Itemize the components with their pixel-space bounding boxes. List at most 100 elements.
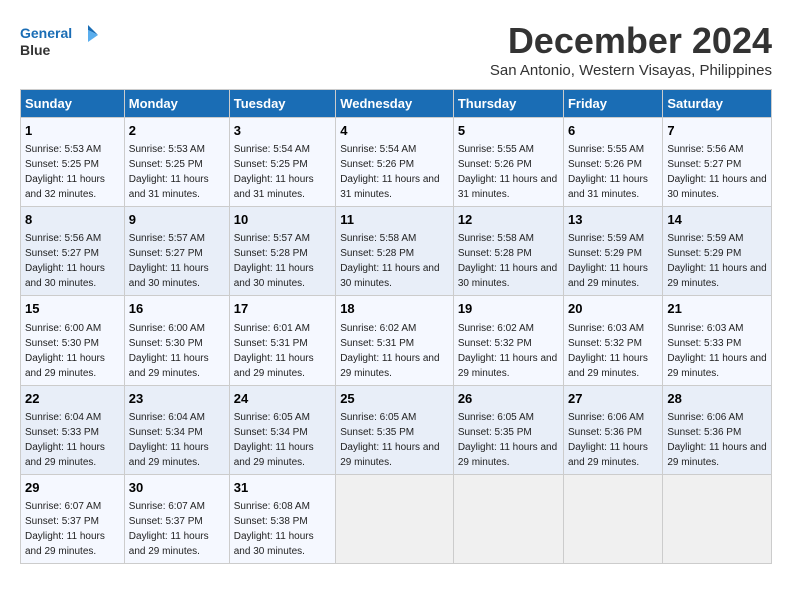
daylight-info: Daylight: 11 hours and 31 minutes. bbox=[568, 174, 648, 200]
daylight-info: Daylight: 11 hours and 31 minutes. bbox=[129, 174, 209, 200]
sunset-info: Sunset: 5:26 PM bbox=[340, 159, 414, 170]
calendar-cell: 19 Sunrise: 6:02 AM Sunset: 5:32 PM Dayl… bbox=[453, 296, 563, 385]
day-number: 28 bbox=[667, 390, 767, 408]
daylight-info: Daylight: 11 hours and 29 minutes. bbox=[25, 442, 105, 468]
calendar-cell: 23 Sunrise: 6:04 AM Sunset: 5:34 PM Dayl… bbox=[124, 385, 229, 474]
day-number: 24 bbox=[234, 390, 331, 408]
sunset-info: Sunset: 5:36 PM bbox=[667, 427, 741, 438]
sunrise-info: Sunrise: 5:56 AM bbox=[25, 233, 101, 244]
week-row-2: 8 Sunrise: 5:56 AM Sunset: 5:27 PM Dayli… bbox=[21, 207, 772, 296]
sunrise-info: Sunrise: 6:05 AM bbox=[458, 412, 534, 423]
calendar-cell: 15 Sunrise: 6:00 AM Sunset: 5:30 PM Dayl… bbox=[21, 296, 125, 385]
day-number: 3 bbox=[234, 122, 331, 140]
day-number: 4 bbox=[340, 122, 449, 140]
sunrise-info: Sunrise: 5:59 AM bbox=[568, 233, 644, 244]
calendar-cell: 10 Sunrise: 5:57 AM Sunset: 5:28 PM Dayl… bbox=[229, 207, 335, 296]
sunrise-info: Sunrise: 5:58 AM bbox=[458, 233, 534, 244]
day-number: 22 bbox=[25, 390, 120, 408]
daylight-info: Daylight: 11 hours and 29 minutes. bbox=[25, 531, 105, 557]
sunrise-info: Sunrise: 6:06 AM bbox=[667, 412, 743, 423]
sunrise-info: Sunrise: 6:03 AM bbox=[667, 323, 743, 334]
calendar-cell bbox=[336, 474, 454, 563]
sunset-info: Sunset: 5:35 PM bbox=[458, 427, 532, 438]
sunrise-info: Sunrise: 5:56 AM bbox=[667, 144, 743, 155]
calendar-cell: 5 Sunrise: 5:55 AM Sunset: 5:26 PM Dayli… bbox=[453, 118, 563, 207]
sunrise-info: Sunrise: 5:53 AM bbox=[25, 144, 101, 155]
sunrise-info: Sunrise: 6:02 AM bbox=[458, 323, 534, 334]
day-number: 18 bbox=[340, 300, 449, 318]
calendar-cell bbox=[563, 474, 662, 563]
day-number: 12 bbox=[458, 211, 559, 229]
sunrise-info: Sunrise: 6:06 AM bbox=[568, 412, 644, 423]
title-area: December 2024 San Antonio, Western Visay… bbox=[490, 20, 772, 79]
sunset-info: Sunset: 5:25 PM bbox=[129, 159, 203, 170]
daylight-info: Daylight: 11 hours and 30 minutes. bbox=[234, 531, 314, 557]
sunrise-info: Sunrise: 5:53 AM bbox=[129, 144, 205, 155]
sunset-info: Sunset: 5:36 PM bbox=[568, 427, 642, 438]
logo-svg: General Blue bbox=[20, 20, 100, 65]
day-number: 7 bbox=[667, 122, 767, 140]
sunset-info: Sunset: 5:27 PM bbox=[667, 159, 741, 170]
sunrise-info: Sunrise: 6:04 AM bbox=[129, 412, 205, 423]
calendar-cell: 4 Sunrise: 5:54 AM Sunset: 5:26 PM Dayli… bbox=[336, 118, 454, 207]
calendar-cell: 2 Sunrise: 5:53 AM Sunset: 5:25 PM Dayli… bbox=[124, 118, 229, 207]
calendar-cell: 14 Sunrise: 5:59 AM Sunset: 5:29 PM Dayl… bbox=[663, 207, 772, 296]
sunset-info: Sunset: 5:30 PM bbox=[129, 338, 203, 349]
sunset-info: Sunset: 5:37 PM bbox=[25, 516, 99, 527]
sunrise-info: Sunrise: 6:05 AM bbox=[234, 412, 310, 423]
day-number: 20 bbox=[568, 300, 658, 318]
sunrise-info: Sunrise: 6:03 AM bbox=[568, 323, 644, 334]
daylight-info: Daylight: 11 hours and 29 minutes. bbox=[568, 442, 648, 468]
daylight-info: Daylight: 11 hours and 29 minutes. bbox=[458, 442, 557, 468]
daylight-info: Daylight: 11 hours and 29 minutes. bbox=[667, 353, 766, 379]
calendar-cell: 13 Sunrise: 5:59 AM Sunset: 5:29 PM Dayl… bbox=[563, 207, 662, 296]
sunset-info: Sunset: 5:32 PM bbox=[458, 338, 532, 349]
day-number: 8 bbox=[25, 211, 120, 229]
subtitle: San Antonio, Western Visayas, Philippine… bbox=[490, 62, 772, 79]
sunset-info: Sunset: 5:26 PM bbox=[458, 159, 532, 170]
sunset-info: Sunset: 5:34 PM bbox=[129, 427, 203, 438]
sunset-info: Sunset: 5:28 PM bbox=[458, 248, 532, 259]
day-number: 5 bbox=[458, 122, 559, 140]
calendar-cell: 30 Sunrise: 6:07 AM Sunset: 5:37 PM Dayl… bbox=[124, 474, 229, 563]
column-header-wednesday: Wednesday bbox=[336, 90, 454, 118]
calendar-cell: 8 Sunrise: 5:56 AM Sunset: 5:27 PM Dayli… bbox=[21, 207, 125, 296]
day-number: 16 bbox=[129, 300, 225, 318]
calendar-cell: 17 Sunrise: 6:01 AM Sunset: 5:31 PM Dayl… bbox=[229, 296, 335, 385]
sunset-info: Sunset: 5:25 PM bbox=[234, 159, 308, 170]
day-number: 1 bbox=[25, 122, 120, 140]
sunrise-info: Sunrise: 6:07 AM bbox=[129, 501, 205, 512]
day-number: 14 bbox=[667, 211, 767, 229]
day-number: 17 bbox=[234, 300, 331, 318]
daylight-info: Daylight: 11 hours and 29 minutes. bbox=[568, 263, 648, 289]
day-number: 10 bbox=[234, 211, 331, 229]
sunset-info: Sunset: 5:34 PM bbox=[234, 427, 308, 438]
calendar-cell bbox=[453, 474, 563, 563]
day-number: 21 bbox=[667, 300, 767, 318]
sunset-info: Sunset: 5:31 PM bbox=[234, 338, 308, 349]
calendar-cell: 28 Sunrise: 6:06 AM Sunset: 5:36 PM Dayl… bbox=[663, 385, 772, 474]
sunrise-info: Sunrise: 6:08 AM bbox=[234, 501, 310, 512]
column-header-monday: Monday bbox=[124, 90, 229, 118]
header: General Blue December 2024 San Antonio, … bbox=[20, 20, 772, 79]
sunrise-info: Sunrise: 6:07 AM bbox=[25, 501, 101, 512]
sunrise-info: Sunrise: 6:04 AM bbox=[25, 412, 101, 423]
day-number: 30 bbox=[129, 479, 225, 497]
sunset-info: Sunset: 5:26 PM bbox=[568, 159, 642, 170]
sunset-info: Sunset: 5:35 PM bbox=[340, 427, 414, 438]
daylight-info: Daylight: 11 hours and 30 minutes. bbox=[667, 174, 766, 200]
daylight-info: Daylight: 11 hours and 29 minutes. bbox=[340, 442, 439, 468]
daylight-info: Daylight: 11 hours and 29 minutes. bbox=[234, 442, 314, 468]
column-header-saturday: Saturday bbox=[663, 90, 772, 118]
calendar-cell: 31 Sunrise: 6:08 AM Sunset: 5:38 PM Dayl… bbox=[229, 474, 335, 563]
calendar-cell: 18 Sunrise: 6:02 AM Sunset: 5:31 PM Dayl… bbox=[336, 296, 454, 385]
day-number: 31 bbox=[234, 479, 331, 497]
calendar-cell: 6 Sunrise: 5:55 AM Sunset: 5:26 PM Dayli… bbox=[563, 118, 662, 207]
day-number: 26 bbox=[458, 390, 559, 408]
daylight-info: Daylight: 11 hours and 29 minutes. bbox=[234, 353, 314, 379]
calendar-cell bbox=[663, 474, 772, 563]
sunset-info: Sunset: 5:28 PM bbox=[234, 248, 308, 259]
calendar-cell: 1 Sunrise: 5:53 AM Sunset: 5:25 PM Dayli… bbox=[21, 118, 125, 207]
logo: General Blue bbox=[20, 20, 100, 65]
calendar-cell: 29 Sunrise: 6:07 AM Sunset: 5:37 PM Dayl… bbox=[21, 474, 125, 563]
